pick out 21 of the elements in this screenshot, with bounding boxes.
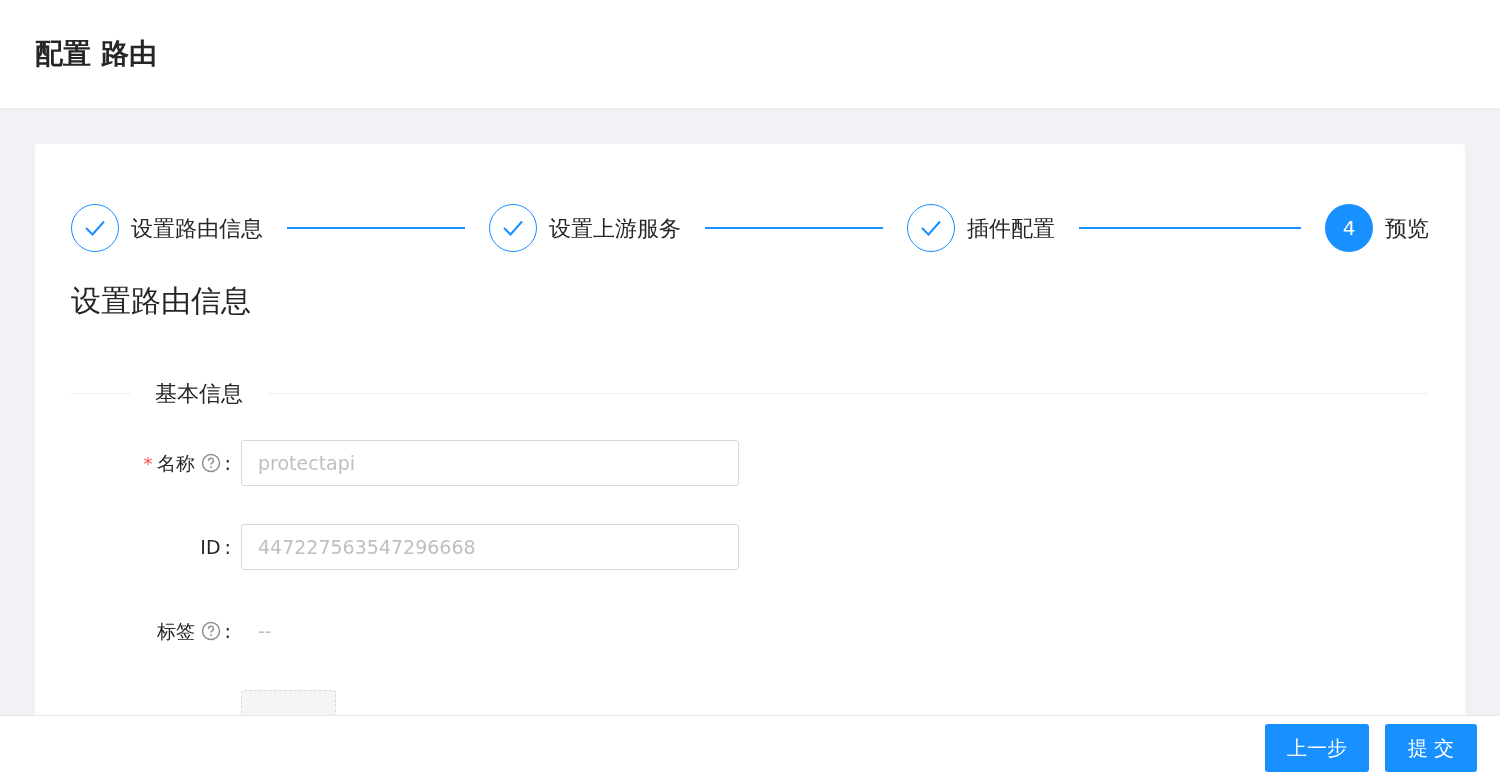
page-title: 配置 路由 (35, 36, 157, 72)
check-icon (920, 219, 942, 237)
check-icon (502, 219, 524, 237)
field-label: 标签 (156, 618, 195, 644)
step-label: 设置路由信息 (131, 214, 263, 243)
field-label: 名称 (156, 450, 195, 476)
section-title: 设置路由信息 (71, 282, 252, 320)
divider-title: 基本信息 (154, 380, 244, 408)
check-icon (84, 219, 106, 237)
field-value: -- (257, 618, 272, 644)
label-colon: : (224, 618, 231, 644)
step-label: 预览 (1385, 214, 1429, 243)
step-label: 插件配置 (967, 214, 1055, 243)
required-mark: * (143, 451, 153, 476)
step-label: 设置上游服务 (549, 214, 681, 243)
step-number: 4 (1325, 204, 1373, 252)
footer-button[interactable]: 上一步 (1265, 724, 1369, 772)
field-label: ID (200, 534, 221, 560)
label-colon: : (224, 450, 231, 476)
footer-button[interactable]: 提 交 (1385, 724, 1477, 772)
label-colon: : (224, 534, 231, 560)
